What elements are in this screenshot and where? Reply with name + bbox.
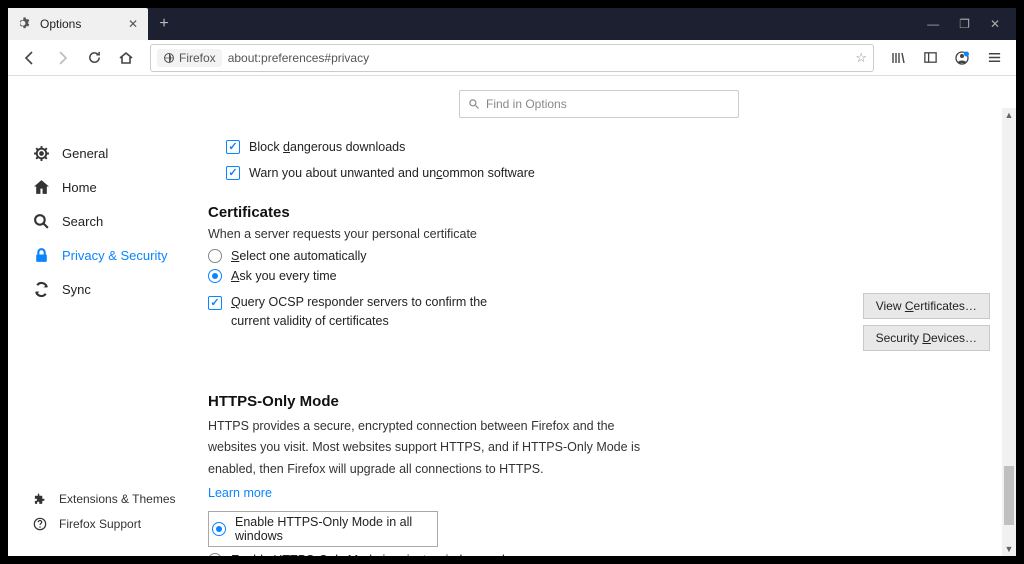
sidebar-item-sync[interactable]: Sync xyxy=(26,272,188,306)
close-window-button[interactable]: ✕ xyxy=(990,17,1000,31)
label: Select one automatically xyxy=(231,249,367,263)
sidebar-item-general[interactable]: General xyxy=(26,136,188,170)
label: Enable HTTPS-Only Mode in all windows xyxy=(235,515,431,543)
sidebar-item-search[interactable]: Search xyxy=(26,204,188,238)
scroll-thumb[interactable] xyxy=(1004,466,1014,525)
sidebar-item-extensions[interactable]: Extensions & Themes xyxy=(26,486,188,511)
help-icon xyxy=(32,516,47,531)
home-icon xyxy=(32,178,50,196)
titlebar: Options ✕ + — ❐ ✕ xyxy=(8,8,1016,40)
gear-icon xyxy=(18,17,32,31)
minimize-button[interactable]: — xyxy=(927,17,939,31)
home-button[interactable] xyxy=(112,44,140,72)
vertical-scrollbar[interactable]: ▲ ▼ xyxy=(1002,108,1016,556)
https-desc: HTTPS provides a secure, encrypted conne… xyxy=(208,416,648,480)
window-controls: — ❐ ✕ xyxy=(911,8,1016,40)
security-devices-button[interactable]: Security Devices… xyxy=(863,325,990,351)
identity-label: Firefox xyxy=(179,51,216,65)
sync-icon xyxy=(32,280,50,298)
sidebar-label: General xyxy=(62,146,108,161)
sidebar-item-home[interactable]: Home xyxy=(26,170,188,204)
certificates-heading: Certificates xyxy=(208,204,990,221)
search-placeholder: Find in Options xyxy=(486,97,567,111)
url-bar[interactable]: Firefox about:preferences#privacy ☆ xyxy=(150,44,874,72)
learn-more-link[interactable]: Learn more xyxy=(208,486,272,500)
sidebar-label: Sync xyxy=(62,282,91,297)
https-heading: HTTPS-Only Mode xyxy=(208,393,990,410)
radio[interactable] xyxy=(208,269,222,283)
preferences-main: Find in Options Block dangerous download… xyxy=(188,76,1016,556)
checkbox-warn-software[interactable] xyxy=(226,166,240,180)
puzzle-icon xyxy=(32,491,47,506)
cert-opt-auto[interactable]: Select one automatically xyxy=(208,249,990,263)
sidebar-label: Extensions & Themes xyxy=(59,492,176,506)
sidebar-label: Search xyxy=(62,214,103,229)
search-icon xyxy=(468,98,480,110)
lock-icon xyxy=(32,246,50,264)
certificates-sub: When a server requests your personal cer… xyxy=(208,227,990,241)
gear-icon xyxy=(32,144,50,162)
nav-toolbar: Firefox about:preferences#privacy ☆ xyxy=(8,40,1016,76)
back-button[interactable] xyxy=(16,44,44,72)
scroll-up-arrow[interactable]: ▲ xyxy=(1002,108,1016,122)
warn-software-row[interactable]: Warn you about unwanted and uncommon sof… xyxy=(226,166,990,180)
sidebar-label: Home xyxy=(62,180,97,195)
menu-button[interactable] xyxy=(980,44,1008,72)
search-icon xyxy=(32,212,50,230)
sidebar-label: Privacy & Security xyxy=(62,248,167,263)
sidebar-item-support[interactable]: Firefox Support xyxy=(26,511,188,536)
radio[interactable] xyxy=(208,553,222,556)
ocsp-label: Query OCSP responder servers to confirm … xyxy=(231,293,521,331)
forward-button[interactable] xyxy=(48,44,76,72)
block-downloads-row[interactable]: Block dangerous downloads xyxy=(226,140,990,154)
scroll-track[interactable] xyxy=(1002,122,1016,542)
account-button[interactable] xyxy=(948,44,976,72)
checkbox-block-downloads[interactable] xyxy=(226,140,240,154)
search-options-input[interactable]: Find in Options xyxy=(459,90,739,118)
sidebar-button[interactable] xyxy=(916,44,944,72)
browser-tab[interactable]: Options ✕ xyxy=(8,8,148,40)
view-certificates-button[interactable]: View Certificates… xyxy=(863,293,990,319)
close-tab-icon[interactable]: ✕ xyxy=(128,17,138,31)
label: Enable HTTPS-Only Mode in private window… xyxy=(231,553,511,556)
preferences-sidebar: General Home Search Privacy & Security S… xyxy=(8,76,188,556)
sidebar-item-privacy[interactable]: Privacy & Security xyxy=(26,238,188,272)
tab-title: Options xyxy=(40,17,120,31)
scroll-down-arrow[interactable]: ▼ xyxy=(1002,542,1016,556)
maximize-button[interactable]: ❐ xyxy=(959,17,970,31)
label: Warn you about unwanted and uncommon sof… xyxy=(249,166,535,180)
label: Ask you every time xyxy=(231,269,337,283)
identity-box[interactable]: Firefox xyxy=(157,49,222,67)
checkbox-ocsp[interactable] xyxy=(208,296,222,310)
https-opt-private[interactable]: Enable HTTPS-Only Mode in private window… xyxy=(208,553,990,556)
sidebar-label: Firefox Support xyxy=(59,517,141,531)
library-button[interactable] xyxy=(884,44,912,72)
bookmark-star-icon[interactable]: ☆ xyxy=(855,50,867,66)
firefox-icon xyxy=(163,52,175,64)
cert-opt-ask[interactable]: Ask you every time xyxy=(208,269,990,283)
url-text: about:preferences#privacy xyxy=(228,51,850,65)
new-tab-button[interactable]: + xyxy=(148,8,180,40)
label: Block dangerous downloads xyxy=(249,140,405,154)
radio[interactable] xyxy=(212,522,226,536)
radio[interactable] xyxy=(208,249,222,263)
reload-button[interactable] xyxy=(80,44,108,72)
https-opt-all[interactable]: Enable HTTPS-Only Mode in all windows xyxy=(208,511,438,547)
